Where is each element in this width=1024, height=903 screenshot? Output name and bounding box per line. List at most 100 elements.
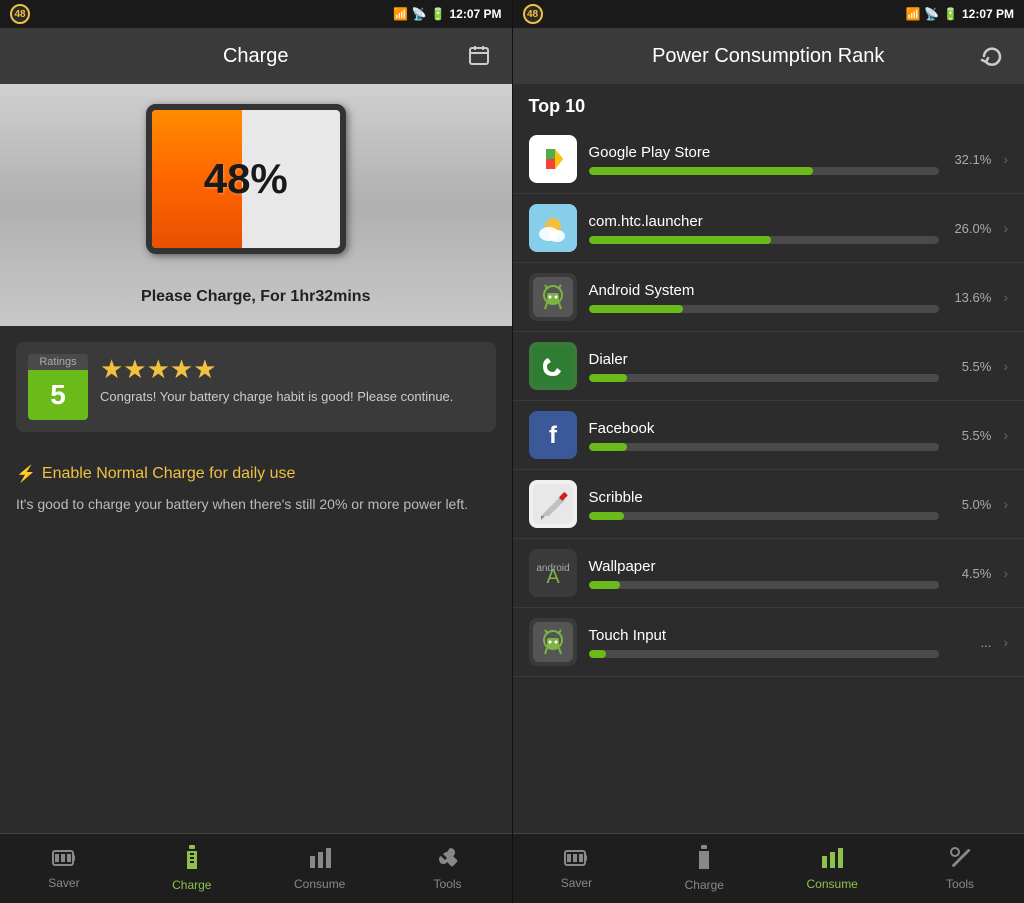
app-info: Facebook (589, 420, 940, 451)
ratings-section: Ratings 5 ★★★★★ Congrats! Your battery c… (0, 326, 512, 448)
app-name: Touch Input (589, 627, 940, 644)
bolt-icon: ⚡ (16, 464, 36, 484)
top10-label: Top 10 (513, 84, 1024, 125)
chevron-right-icon: › (1003, 634, 1008, 650)
right-panel: 48 📶 📡 🔋 12:07 PM Power Consumption Rank… (513, 0, 1024, 903)
app-item[interactable]: Dialer 5.5% › (513, 332, 1024, 401)
app-list: Google Play Store 32.1% › com.htc.launch… (513, 125, 1024, 677)
right-saver-icon (564, 847, 588, 873)
app-bar-fill (589, 374, 628, 382)
app-percent: 5.0% (951, 497, 991, 512)
right-badge: 48 (523, 4, 543, 24)
app-bar-bg (589, 167, 940, 175)
left-nav-charge[interactable]: Charge (128, 834, 256, 903)
right-consume-icon (820, 846, 844, 874)
left-battery-icon: 🔋 (431, 7, 446, 21)
app-icon-android (529, 618, 577, 666)
right-time: 12:07 PM (962, 7, 1014, 21)
tools-icon (437, 846, 459, 874)
app-item[interactable]: Aandroid Wallpaper 4.5% › (513, 539, 1024, 608)
left-nav-saver-label: Saver (48, 876, 79, 890)
app-item[interactable]: f Facebook 5.5% › (513, 401, 1024, 470)
app-percent: ... (951, 635, 991, 650)
tip-title-text: Enable Normal Charge for daily use (42, 465, 295, 483)
app-item[interactable]: Touch Input ... › (513, 608, 1024, 677)
app-bar-fill (589, 581, 621, 589)
chevron-right-icon: › (1003, 358, 1008, 374)
app-item[interactable]: Scribble 5.0% › (513, 470, 1024, 539)
app-bar-bg (589, 512, 940, 520)
tip-text: It's good to charge your battery when th… (16, 494, 496, 515)
right-header-title: Power Consumption Rank (652, 45, 884, 68)
chevron-right-icon: › (1003, 496, 1008, 512)
app-bar-fill (589, 512, 624, 520)
right-nav-saver[interactable]: Saver (513, 834, 641, 903)
chevron-right-icon: › (1003, 151, 1008, 167)
app-bar-fill (589, 236, 771, 244)
app-item[interactable]: com.htc.launcher 26.0% › (513, 194, 1024, 263)
ratings-label: Ratings (28, 354, 88, 370)
app-bar-bg (589, 650, 940, 658)
app-name: Dialer (589, 351, 940, 368)
right-header: Power Consumption Rank (513, 28, 1024, 84)
app-icon-facebook: f (529, 411, 577, 459)
right-nav-consume[interactable]: Consume (768, 834, 896, 903)
left-status-bar: 48 📶 📡 🔋 12:07 PM (0, 0, 512, 28)
left-nav-consume[interactable]: Consume (256, 834, 384, 903)
chevron-right-icon: › (1003, 565, 1008, 581)
chevron-right-icon: › (1003, 220, 1008, 236)
app-name: Google Play Store (589, 144, 940, 161)
app-info: Google Play Store (589, 144, 940, 175)
right-battery-icon: 🔋 (943, 7, 958, 21)
right-charge-icon (695, 845, 713, 875)
app-icon-dialer (529, 342, 577, 390)
left-nav-tools[interactable]: Tools (384, 834, 512, 903)
tip-title: ⚡ Enable Normal Charge for daily use (16, 464, 496, 484)
app-bar-bg (589, 236, 940, 244)
right-content[interactable]: Top 10 Google Play Store 32.1% › com.htc… (513, 84, 1024, 833)
calendar-icon[interactable] (463, 40, 495, 72)
app-bar-bg (589, 305, 940, 313)
left-nav-charge-label: Charge (172, 878, 211, 892)
saver-icon (52, 847, 76, 873)
app-name: Android System (589, 282, 940, 299)
app-icon-wallpaper: Aandroid (529, 549, 577, 597)
left-panel: 48 📶 📡 🔋 12:07 PM Charge 48% (0, 0, 513, 903)
tip-section: ⚡ Enable Normal Charge for daily use It'… (0, 448, 512, 833)
app-bar-bg (589, 374, 940, 382)
left-nav-consume-label: Consume (294, 877, 345, 891)
charge-icon (183, 845, 201, 875)
app-name: Scribble (589, 489, 940, 506)
battery-container: 48% (146, 104, 366, 264)
refresh-icon[interactable] (976, 40, 1008, 72)
right-signal-icons: 📶 📡 (906, 7, 939, 21)
app-info: Touch Input (589, 627, 940, 658)
ratings-box: Ratings 5 (28, 354, 88, 420)
charge-time-text: Please Charge, For 1hr32mins (141, 288, 370, 306)
right-nav-tools[interactable]: Tools (896, 834, 1024, 903)
app-name: Facebook (589, 420, 940, 437)
app-info: Dialer (589, 351, 940, 382)
left-time: 12:07 PM (449, 7, 501, 21)
app-item[interactable]: Google Play Store 32.1% › (513, 125, 1024, 194)
consume-icon (308, 846, 332, 874)
ratings-message: Congrats! Your battery charge habit is g… (100, 389, 484, 404)
right-nav-tools-label: Tools (946, 877, 974, 891)
chevron-right-icon: › (1003, 427, 1008, 443)
right-nav-saver-label: Saver (561, 876, 592, 890)
svg-text:f: f (549, 422, 558, 449)
left-badge: 48 (10, 4, 30, 24)
right-nav-consume-label: Consume (807, 877, 858, 891)
app-bar-bg (589, 443, 940, 451)
left-nav-saver[interactable]: Saver (0, 834, 128, 903)
right-tools-icon (949, 846, 971, 874)
right-nav-charge[interactable]: Charge (640, 834, 768, 903)
left-signal-icons: 📶 📡 (393, 7, 426, 21)
right-bottom-nav: Saver Charge Consume (513, 833, 1024, 903)
left-header-title: Charge (223, 45, 289, 68)
app-bar-fill (589, 650, 607, 658)
app-item[interactable]: Android System 13.6% › (513, 263, 1024, 332)
battery-percent: 48% (204, 155, 288, 203)
right-status-bar: 48 📶 📡 🔋 12:07 PM (513, 0, 1024, 28)
left-bottom-nav: Saver Charge Con (0, 833, 512, 903)
